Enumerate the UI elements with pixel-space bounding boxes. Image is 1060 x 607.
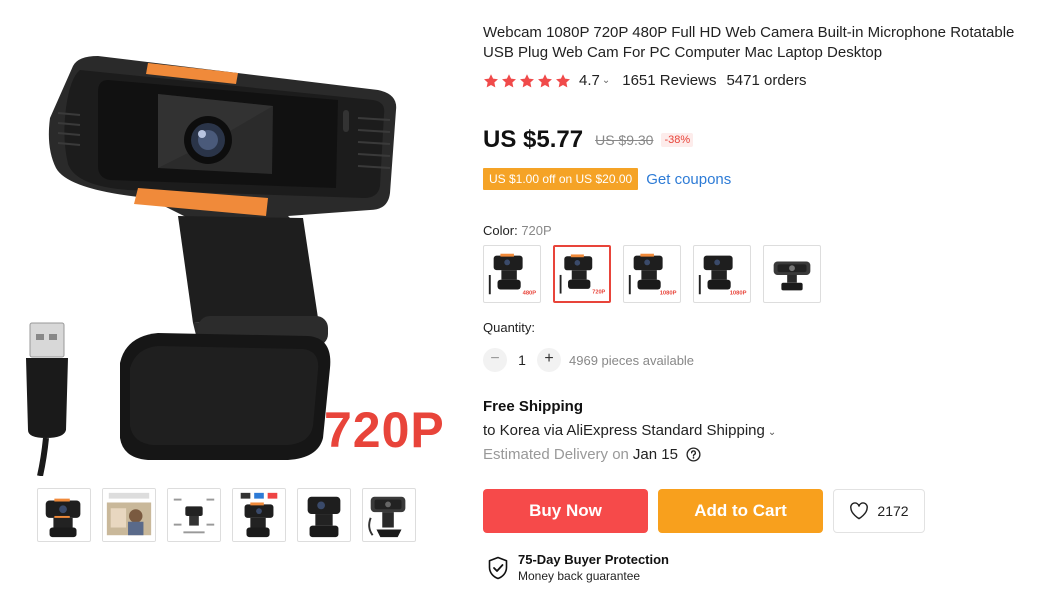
swatch-720p[interactable]: 720P [553,245,611,303]
swatch-grey[interactable] [763,245,821,303]
wishlist-count: 2172 [877,503,909,519]
thumbnail-4[interactable] [232,488,286,542]
shipping-method[interactable]: to Korea via AliExpress Standard Shippin… [483,422,776,439]
quantity-decrease-button[interactable]: − [483,348,507,372]
quantity-stepper: − 1 + 4969 pieces available [483,348,694,372]
star-rating [483,73,571,89]
coupon-tag[interactable]: US $1.00 off on US $20.00 [483,168,639,190]
swatch-480p[interactable]: 480P [483,245,541,303]
thumbnail-3[interactable] [167,488,221,542]
reviews-count[interactable]: 1651 Reviews [622,72,716,89]
coupon-row: US $1.00 off on US $20.00 Get coupons [483,168,731,190]
star-icon [556,73,570,87]
color-swatches: 480P 720P 1080P 1080P [483,245,821,303]
star-icon [502,73,516,87]
protection-subtitle: Money back guarantee [518,569,641,583]
shipping-title: Free Shipping [483,398,584,415]
product-main-image[interactable]: 720P [18,18,448,476]
star-icon [484,73,498,87]
rating-value[interactable]: 4.7 [579,72,600,89]
swatch-1080p-b[interactable]: 1080P [693,245,751,303]
chevron-down-icon[interactable]: ⌄ [602,75,610,86]
star-icon [520,73,534,87]
protection-title: 75-Day Buyer Protection [518,552,669,567]
quantity-value[interactable]: 1 [507,352,537,368]
swatch-1080p-a-label: 1080P [660,290,677,296]
shipping-method-text[interactable]: to Korea via AliExpress Standard Shippin… [483,422,765,439]
estimated-delivery: Estimated Delivery on Jan 15 [483,446,701,463]
chevron-down-icon[interactable]: ⌄ [768,427,776,438]
color-label-text: Color: [483,223,518,238]
original-price: US $9.30 [595,132,654,148]
thumbnail-5[interactable] [297,488,351,542]
quantity-increase-button[interactable]: + [537,348,561,372]
shield-check-icon [488,556,508,580]
buyer-protection[interactable]: 75-Day Buyer Protection Money back guara… [487,552,669,584]
heart-icon [850,502,869,520]
delivery-label: Estimated Delivery on [483,446,629,463]
thumbnail-6[interactable] [362,488,416,542]
stock-available: 4969 pieces available [569,352,695,368]
swatch-720p-label: 720P [592,290,605,296]
action-buttons: Buy Now Add to Cart 2172 [483,489,925,533]
get-coupons-link[interactable]: Get coupons [646,171,731,188]
buy-now-button[interactable]: Buy Now [483,489,648,533]
color-selected-value: 720P [521,223,552,238]
star-icon [538,73,552,87]
product-title: Webcam 1080P 720P 480P Full HD Web Camer… [483,24,1015,61]
add-to-cart-button[interactable]: Add to Cart [658,489,823,533]
quantity-label: Quantity: [483,320,536,335]
help-icon[interactable] [686,447,701,462]
swatch-1080p-b-label: 1080P [730,290,747,296]
swatch-480p-label: 480P [523,290,537,296]
protection-text: 75-Day Buyer Protection Money back guara… [518,552,669,584]
discount-badge: -38% [661,133,694,147]
thumbnail-strip [37,488,416,542]
rating-row: 4.7 ⌄ 1651 Reviews 5471 orders [483,72,807,89]
wishlist-button[interactable]: 2172 [833,489,925,533]
swatch-1080p-a[interactable]: 1080P [623,245,681,303]
current-price: US $5.77 [483,126,584,153]
thumbnail-1[interactable] [37,488,91,542]
price-row: US $5.77 US $9.30 -38% [483,126,694,154]
thumbnail-2[interactable] [102,488,156,542]
delivery-date: Jan 15 [632,446,678,463]
resolution-label: 720P [324,402,445,458]
color-label: Color: 720P [483,223,552,238]
orders-count: 5471 orders [726,72,807,89]
